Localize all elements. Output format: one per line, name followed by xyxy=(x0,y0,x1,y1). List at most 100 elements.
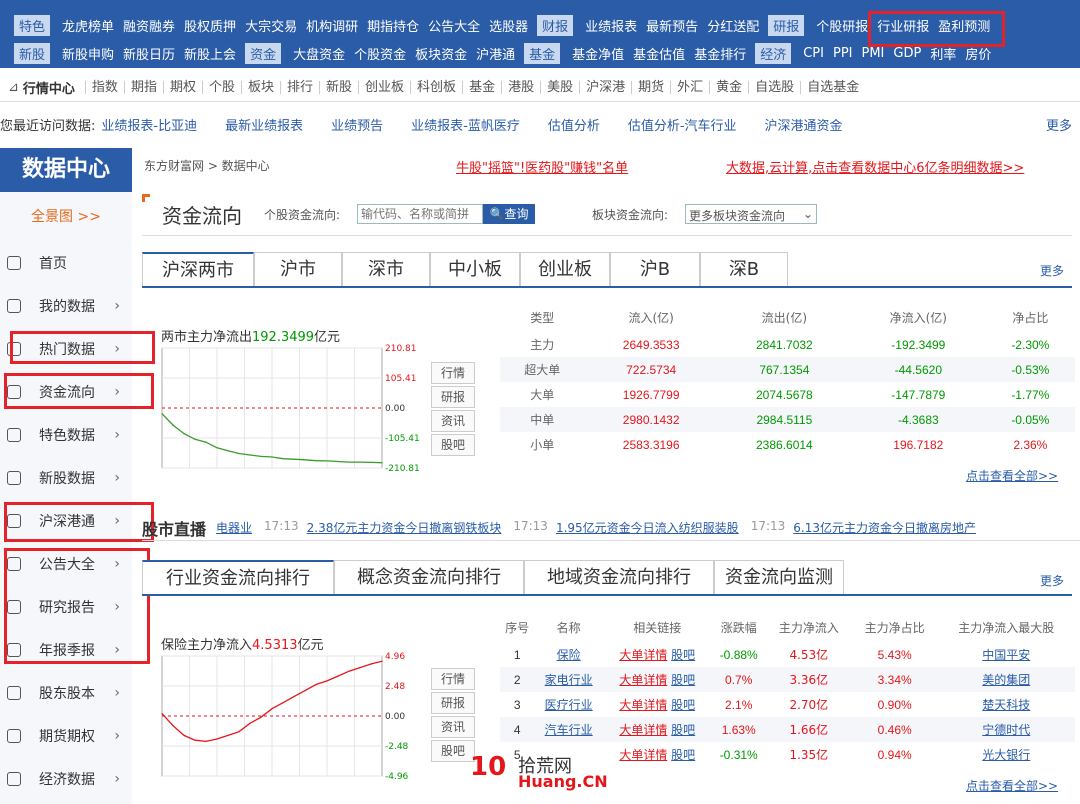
topnav-item[interactable]: PPI xyxy=(833,46,853,61)
topnav-item[interactable]: 资金 xyxy=(245,42,282,64)
industry-more-link[interactable]: 更多 xyxy=(1040,572,1064,589)
topnav-item[interactable]: 新股 xyxy=(14,42,51,64)
chart-side-button[interactable]: 研报 xyxy=(431,386,475,408)
market-more-link[interactable]: 更多 xyxy=(1040,262,1064,279)
block-flow-select[interactable]: 更多板块资金流向 ⌄ xyxy=(685,204,817,224)
market-tab[interactable]: 沪深两市 xyxy=(142,252,254,286)
quickbar-title[interactable]: 行情中心 xyxy=(23,78,75,97)
market-tab[interactable]: 创业板 xyxy=(520,252,610,286)
chart-side-button[interactable]: 资讯 xyxy=(431,716,475,738)
top-stock-link[interactable]: 楚天科技 xyxy=(938,692,1075,717)
forum-link[interactable]: 股吧 xyxy=(671,723,695,737)
market-tab[interactable]: 沪B xyxy=(610,252,700,286)
detail-link[interactable]: 大单详情 xyxy=(619,748,667,762)
quickbar-item[interactable]: 港股 xyxy=(501,81,540,94)
quickbar-item[interactable]: 指数 xyxy=(84,81,124,94)
detail-link[interactable]: 大单详情 xyxy=(619,673,667,687)
market-tab[interactable]: 中小板 xyxy=(430,252,520,286)
industry-name-link[interactable]: 汽车行业 xyxy=(534,717,604,742)
topnav-item[interactable]: 大盘资金 xyxy=(293,44,345,63)
topnav-item[interactable]: 选股器 xyxy=(489,16,528,35)
topnav-item[interactable]: 新股申购 xyxy=(62,44,114,63)
chart-side-button[interactable]: 股吧 xyxy=(431,740,475,762)
topnav-item[interactable]: 研报 xyxy=(768,14,805,36)
topnav-item[interactable]: 期指持仓 xyxy=(367,16,419,35)
topnav-item[interactable]: 龙虎榜单 xyxy=(62,16,114,35)
detail-link[interactable]: 大单详情 xyxy=(619,698,667,712)
industry-tab[interactable]: 行业资金流向排行 xyxy=(142,560,334,594)
topnav-item[interactable]: 个股资金 xyxy=(354,44,406,63)
forum-link[interactable]: 股吧 xyxy=(671,648,695,662)
top-stock-link[interactable]: 中国平安 xyxy=(938,642,1075,667)
topnav-item[interactable]: 基金估值 xyxy=(633,44,685,63)
topnav-item[interactable]: 公告大全 xyxy=(428,16,480,35)
detail-link[interactable]: 大单详情 xyxy=(619,723,667,737)
topnav-item[interactable]: 板块资金 xyxy=(415,44,467,63)
query-button[interactable]: 🔍查询 xyxy=(483,204,535,224)
sidebar-item[interactable]: 经济数据 › xyxy=(0,758,132,800)
topnav-item[interactable]: 大宗交易 xyxy=(245,16,297,35)
industry-name-link[interactable]: 保险 xyxy=(534,642,603,667)
topnav-item[interactable]: 基金 xyxy=(524,42,561,64)
recent-item[interactable]: 沪深港通资金 xyxy=(765,115,843,134)
quickbar-item[interactable]: 美股 xyxy=(540,81,579,94)
recent-item[interactable]: 业绩预告 xyxy=(331,115,383,134)
sidebar-item[interactable]: 股东股本 › xyxy=(0,672,132,714)
chart-side-button[interactable]: 研报 xyxy=(431,692,475,714)
topnav-item[interactable]: 基金排行 xyxy=(694,44,746,63)
quickbar-item[interactable]: 科创板 xyxy=(410,81,462,94)
industry-name-link[interactable]: 家电行业 xyxy=(534,667,604,692)
ticker-link[interactable]: 6.13亿元主力资金今日撤离房地产 xyxy=(793,519,976,536)
breadcrumb[interactable]: 东方财富网 > 数据中心 xyxy=(144,157,270,174)
topnav-item[interactable]: 沪港通 xyxy=(476,44,515,63)
sidebar-item[interactable]: 首页 xyxy=(0,242,132,284)
quickbar-item[interactable]: 外汇 xyxy=(670,81,709,94)
quickbar-item[interactable]: 期权 xyxy=(162,81,202,94)
topnav-item[interactable]: PMI xyxy=(862,46,885,61)
topnav-item[interactable]: 业绩报表 xyxy=(585,16,637,35)
topnav-item[interactable]: 基金净值 xyxy=(572,44,624,63)
quickbar-item[interactable]: 自选基金 xyxy=(800,81,865,94)
topnav-item[interactable]: 特色 xyxy=(14,14,51,36)
ticker-link[interactable]: 2.38亿元主力资金今日撤离钢铁板块 xyxy=(307,519,502,536)
forum-link[interactable]: 股吧 xyxy=(671,673,695,687)
quickbar-item[interactable]: 板块 xyxy=(240,81,280,94)
industry-view-all[interactable]: 点击查看全部>> xyxy=(966,777,1058,794)
topnav-item[interactable]: GDP xyxy=(893,46,921,61)
industry-tab[interactable]: 概念资金流向排行 xyxy=(334,560,524,594)
top-stock-link[interactable]: 光大银行 xyxy=(938,742,1075,767)
recent-item[interactable]: 最新业绩报表 xyxy=(225,115,303,134)
top-stock-link[interactable]: 宁德时代 xyxy=(937,717,1075,742)
recent-item[interactable]: 估值分析 xyxy=(548,115,600,134)
market-tab[interactable]: 沪市 xyxy=(254,252,342,286)
ticker-link[interactable]: 1.95亿元资金今日流入纺织服装股 xyxy=(556,519,739,536)
industry-tab[interactable]: 地域资金流向排行 xyxy=(524,560,714,594)
industry-tab[interactable]: 资金流向监测 xyxy=(714,560,844,594)
sidebar-item[interactable]: 新股数据 › xyxy=(0,457,132,499)
quickbar-item[interactable]: 自选股 xyxy=(748,81,800,94)
market-tab[interactable]: 深市 xyxy=(342,252,430,286)
quickbar-item[interactable]: 黄金 xyxy=(709,81,748,94)
recent-item[interactable]: 估值分析-汽车行业 xyxy=(628,115,737,134)
topnav-item[interactable]: 融资融券 xyxy=(123,16,175,35)
industry-name-link[interactable]: 医疗行业 xyxy=(534,692,603,717)
ticker-link[interactable]: 电器业 xyxy=(216,519,252,536)
recent-more[interactable]: 更多 xyxy=(1046,115,1072,134)
top-stock-link[interactable]: 美的集团 xyxy=(937,667,1075,692)
market-tab[interactable]: 深B xyxy=(700,252,788,286)
recent-item[interactable]: 业绩报表-比亚迪 xyxy=(101,115,197,134)
quickbar-item[interactable]: 排行 xyxy=(280,81,319,94)
topnav-item[interactable]: 新股日历 xyxy=(123,44,175,63)
sidebar-item[interactable]: 我的数据 › xyxy=(0,285,132,327)
fullmap-link[interactable]: 全景图 >> xyxy=(0,206,132,234)
sidebar-item[interactable]: 期货期权 › xyxy=(0,715,132,757)
stock-search-input[interactable] xyxy=(357,204,483,224)
quickbar-item[interactable]: 期指 xyxy=(123,81,163,94)
recent-item[interactable]: 业绩报表-蓝帆医疗 xyxy=(411,115,520,134)
quickbar-item[interactable]: 新股 xyxy=(319,81,358,94)
topnav-item[interactable]: 股权质押 xyxy=(184,16,236,35)
topnav-item[interactable]: 机构调研 xyxy=(306,16,358,35)
chart-side-button[interactable]: 股吧 xyxy=(431,434,475,456)
quickbar-item[interactable]: 个股 xyxy=(201,81,241,94)
forum-link[interactable]: 股吧 xyxy=(671,698,695,712)
